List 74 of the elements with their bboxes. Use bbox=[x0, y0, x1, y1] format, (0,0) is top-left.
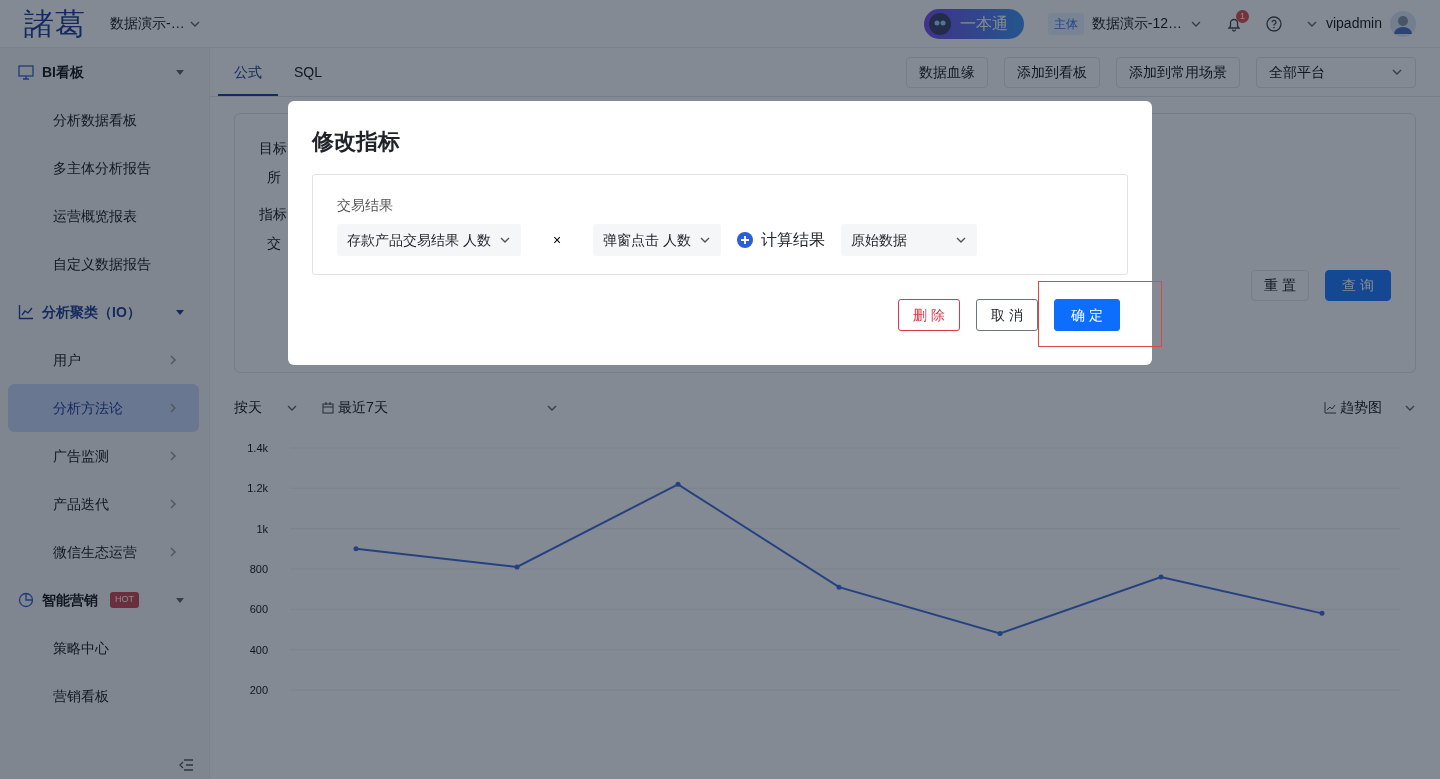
axis-tick-label: 1k bbox=[256, 522, 268, 535]
axis-tick-label: 200 bbox=[249, 684, 268, 696]
delete-button[interactable]: 删 除 bbox=[898, 299, 961, 331]
data-point bbox=[836, 584, 842, 590]
line-chart-icon bbox=[1324, 401, 1336, 414]
group-label: 交易结果 bbox=[337, 196, 394, 215]
dropdown-select[interactable]: 原始数据 bbox=[840, 224, 977, 256]
data-point bbox=[353, 546, 359, 552]
sidebar-item[interactable]: 自定义数据报告 bbox=[8, 240, 199, 288]
add-calculation-button[interactable]: 计算结果 bbox=[736, 228, 825, 252]
date-range-select[interactable]: 最近7天 bbox=[322, 397, 558, 418]
axis-tick-label: 800 bbox=[249, 563, 268, 575]
subject-switcher[interactable]: 数据演示-12… bbox=[1091, 13, 1202, 34]
caret-icon bbox=[175, 307, 185, 317]
data-point bbox=[997, 631, 1003, 637]
help-icon[interactable] bbox=[1265, 15, 1282, 32]
project-switcher[interactable]: 数据演示-… bbox=[110, 13, 201, 34]
line-chart-icon bbox=[18, 304, 34, 320]
reset-button[interactable]: 重 置 bbox=[1251, 270, 1310, 301]
modal-title: 修改指标 bbox=[312, 128, 401, 156]
sidebar-item[interactable]: 产品迭代 bbox=[8, 480, 199, 528]
sidebar-item[interactable]: 营销看板 bbox=[8, 672, 199, 720]
sidebar-section[interactable]: 智能营销 HOT bbox=[0, 576, 209, 624]
calendar-icon bbox=[322, 401, 334, 414]
platform-select[interactable]: 全部平台 bbox=[1256, 56, 1416, 88]
sidebar-item[interactable]: 用户 bbox=[8, 336, 199, 384]
action-button[interactable]: 添加到看板 bbox=[1004, 56, 1100, 88]
robot-icon bbox=[927, 11, 952, 36]
form-label: 指标 bbox=[259, 205, 287, 224]
monitor-icon bbox=[18, 64, 34, 80]
sidebar-section[interactable]: 分析聚类（IO） bbox=[0, 288, 209, 336]
sidebar-item[interactable]: 策略中心 bbox=[8, 624, 199, 672]
metric-select[interactable]: 弹窗点击 人数 bbox=[593, 224, 721, 256]
avatar-icon bbox=[1390, 10, 1416, 37]
notification-badge: 1 bbox=[1235, 9, 1249, 23]
subject-tag: 主体 bbox=[1047, 12, 1084, 35]
sidebar-item[interactable]: 运营概览报表 bbox=[8, 192, 199, 240]
action-button[interactable]: 添加到常用场景 bbox=[1116, 56, 1240, 88]
caret-icon bbox=[175, 67, 185, 77]
data-point bbox=[514, 564, 520, 570]
granularity-select[interactable]: 按天 bbox=[234, 397, 298, 418]
assistant-button[interactable]: 一本通 bbox=[923, 8, 1024, 39]
operator-symbol: × bbox=[551, 230, 563, 250]
tab[interactable]: SQL bbox=[278, 48, 338, 96]
data-point bbox=[675, 481, 681, 487]
sidebar-item[interactable]: 广告监测 bbox=[8, 432, 199, 480]
form-value: 交 bbox=[267, 234, 281, 253]
axis-tick-label: 400 bbox=[249, 643, 268, 656]
action-button[interactable]: 数据血缘 bbox=[906, 56, 988, 88]
data-point bbox=[1319, 610, 1325, 616]
sidebar-item[interactable]: 微信生态运营 bbox=[8, 528, 199, 576]
caret-icon bbox=[175, 595, 185, 605]
sidebar-section[interactable]: BI看板 bbox=[0, 48, 209, 96]
sidebar-item[interactable]: 分析数据看板 bbox=[8, 96, 199, 144]
user-menu[interactable]: vipadmin bbox=[1305, 10, 1416, 37]
form-label: 目标 bbox=[259, 139, 287, 158]
axis-tick-label: 1.2k bbox=[247, 482, 268, 495]
axis-tick-label: 600 bbox=[249, 603, 268, 616]
logo[interactable]: 諸葛 bbox=[24, 8, 86, 39]
pie-chart-icon bbox=[18, 592, 34, 608]
query-button[interactable]: 查 询 bbox=[1325, 270, 1391, 301]
chart-type-select[interactable]: 趋势图 bbox=[1324, 397, 1416, 418]
data-point bbox=[1158, 574, 1164, 580]
cancel-button[interactable]: 取 消 bbox=[976, 299, 1039, 331]
sidebar-item[interactable]: 分析方法论 bbox=[8, 384, 199, 432]
form-value: 所 bbox=[267, 168, 281, 187]
collapse-icon[interactable] bbox=[179, 759, 193, 771]
hot-badge: HOT bbox=[110, 592, 139, 608]
sidebar-item[interactable]: 多主体分析报告 bbox=[8, 144, 199, 192]
axis-tick-label: 1.4k bbox=[247, 442, 268, 454]
metric-select[interactable]: 存款产品交易结果 人数 bbox=[337, 224, 521, 256]
confirm-button[interactable]: 确 定 bbox=[1054, 299, 1120, 331]
plus-icon bbox=[736, 232, 753, 248]
tab[interactable]: 公式 bbox=[218, 48, 278, 96]
